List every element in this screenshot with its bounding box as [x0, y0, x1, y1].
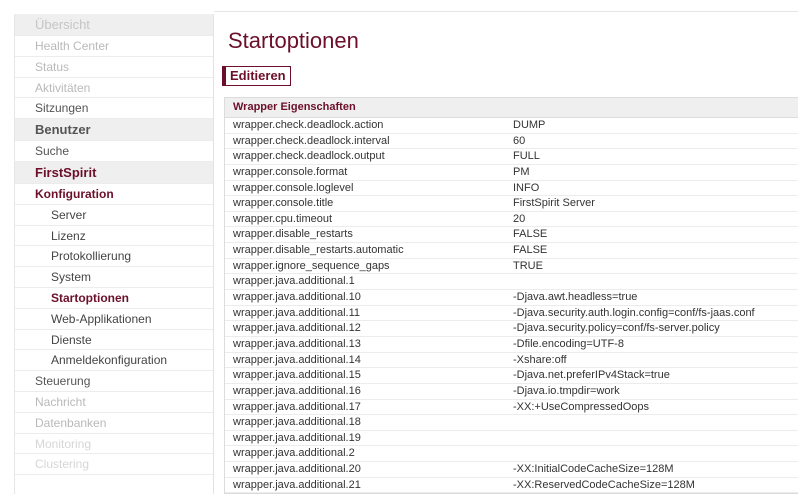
- property-key: wrapper.java.additional.17: [233, 400, 361, 413]
- table-row: wrapper.disable_restarts.automatic FALSE: [225, 243, 798, 259]
- property-key: wrapper.java.additional.11: [233, 306, 360, 319]
- table-row: wrapper.java.additional.18: [225, 415, 798, 431]
- property-value: -XX:+UseCompressedOops: [513, 400, 650, 413]
- property-value: FirstSpirit Server: [513, 197, 595, 210]
- table-row: wrapper.java.additional.17 -XX:+UseCompre…: [225, 400, 798, 416]
- sidebar-item-clustering[interactable]: Clustering: [15, 454, 213, 476]
- table-row: wrapper.java.additional.10 -Djava.awt.hea…: [225, 290, 798, 306]
- property-key: wrapper.java.additional.18: [233, 416, 361, 429]
- property-value: -Djava.security.auth.login.config=conf/f…: [513, 306, 755, 319]
- property-key: wrapper.disable_restarts.automatic: [233, 244, 404, 257]
- property-value: TRUE: [513, 259, 543, 272]
- table-row: wrapper.java.additional.20 -XX:InitialCod…: [225, 462, 798, 478]
- main-content: Startoptionen Editieren Wrapper Eigensch…: [214, 0, 798, 494]
- property-key: wrapper.java.additional.16: [233, 384, 361, 397]
- property-key: wrapper.java.additional.20: [233, 463, 361, 476]
- property-key: wrapper.java.additional.19: [233, 431, 361, 444]
- property-key: wrapper.java.additional.2: [233, 447, 355, 460]
- property-key: wrapper.java.additional.21: [233, 478, 361, 491]
- table-row: wrapper.java.additional.15 -Djava.net.pre…: [225, 368, 798, 384]
- property-key: wrapper.check.deadlock.action: [233, 119, 384, 131]
- sidebar-item-system[interactable]: System: [15, 267, 213, 288]
- table-row: wrapper.ignore_sequence_gaps TRUE: [225, 259, 798, 275]
- sidebar-item-benutzer[interactable]: Benutzer: [15, 119, 213, 142]
- sidebar-item-protokollierung[interactable]: Protokollierung: [15, 246, 213, 268]
- table-row: wrapper.java.additional.1: [225, 274, 798, 291]
- property-value: -Djava.security.policy=conf/fs-server.po…: [513, 322, 720, 335]
- sidebar-item-firstspirit[interactable]: FirstSpirit: [15, 161, 213, 184]
- table-row: wrapper.check.deadlock.action DUMP: [225, 118, 798, 134]
- table-row: wrapper.java.additional.19: [225, 431, 798, 447]
- property-key: wrapper.check.deadlock.output: [233, 150, 385, 163]
- property-key: wrapper.console.format: [233, 165, 348, 178]
- property-key: wrapper.java.additional.14: [233, 353, 361, 366]
- sidebar-item-suche[interactable]: Suche: [15, 141, 213, 162]
- property-value: DUMP: [513, 119, 546, 131]
- sidebar-item-konfiguration[interactable]: Konfiguration: [15, 184, 213, 205]
- sidebar-item-datenbanken[interactable]: Datenbanken: [15, 413, 213, 434]
- table-row: wrapper.cpu.timeout 20: [225, 212, 798, 228]
- property-value: -Xshare:off: [513, 353, 567, 366]
- property-value: -Djava.awt.headless=true: [513, 291, 638, 304]
- sidebar-item-aktivitäten[interactable]: Aktivitäten: [15, 78, 213, 99]
- property-key: wrapper.cpu.timeout: [233, 212, 333, 225]
- property-value: PM: [513, 165, 530, 178]
- sidebar-item-server[interactable]: Server: [15, 205, 213, 226]
- property-key: wrapper.console.loglevel: [233, 181, 354, 194]
- sidebar-item-nachricht[interactable]: Nachricht: [15, 392, 213, 413]
- page-title: Startoptionen: [228, 28, 359, 53]
- sidebar-nav: Übersicht Health Center Status Aktivitäten S…: [14, 14, 214, 494]
- property-key: wrapper.check.deadlock.interval: [233, 134, 390, 147]
- property-value: 60: [513, 134, 526, 147]
- property-value: -XX:ReservedCodeCacheSize=128M: [513, 478, 695, 491]
- sidebar-item-monitoring[interactable]: Monitoring: [15, 434, 213, 455]
- table-body: wrapper.check.deadlock.action DUMP wrapper…: [225, 118, 798, 494]
- sidebar-item-lizenz[interactable]: Lizenz: [15, 226, 213, 247]
- property-value: FALSE: [513, 228, 548, 241]
- sidebar-item-web-applikationen[interactable]: Web-Applikationen: [15, 309, 213, 330]
- property-value: -XX:InitialCodeCacheSize=128M: [513, 463, 674, 476]
- property-key: wrapper.ignore_sequence_gaps: [233, 259, 390, 272]
- wrapper-properties-table: Wrapper Eigenschaften wrapper.check.dead…: [224, 97, 798, 494]
- table-row: wrapper.console.loglevel INFO: [225, 181, 798, 197]
- property-key: wrapper.java.additional.12: [233, 322, 361, 335]
- property-key: wrapper.console.title: [233, 197, 334, 210]
- table-row: wrapper.java.additional.14 -Xshare:off: [225, 353, 798, 369]
- table-row: wrapper.check.deadlock.interval 60: [225, 134, 798, 150]
- property-value: FALSE: [513, 244, 548, 257]
- property-key: wrapper.java.additional.1: [233, 275, 355, 288]
- table-row: wrapper.java.additional.13 -Dfile.encodin…: [225, 337, 798, 353]
- sidebar-item-health-center[interactable]: Health Center: [15, 36, 213, 57]
- property-value: INFO: [513, 181, 540, 194]
- table-title: Wrapper Eigenschaften: [225, 98, 798, 118]
- sidebar-item-steuerung[interactable]: Steuerung: [15, 371, 213, 392]
- table-row: wrapper.console.format PM: [225, 165, 798, 181]
- sidebar-item-startoptionen[interactable]: Startoptionen: [15, 288, 213, 309]
- table-row: wrapper.java.additional.16 -Djava.io.tmpd…: [225, 384, 798, 400]
- sidebar-item-sitzungen[interactable]: Sitzungen: [15, 98, 213, 120]
- table-row: wrapper.java.additional.12 -Djava.securit…: [225, 321, 798, 337]
- property-key: wrapper.disable_restarts: [233, 228, 353, 241]
- table-row: wrapper.java.additional.21 -XX:ReservedCo…: [225, 478, 798, 494]
- sidebar-item-status[interactable]: Status: [15, 57, 213, 78]
- sidebar-item-übersicht[interactable]: Übersicht: [15, 14, 213, 36]
- table-row: wrapper.disable_restarts FALSE: [225, 227, 798, 244]
- property-key: wrapper.java.additional.13: [233, 337, 361, 350]
- table-row: wrapper.check.deadlock.output FULL: [225, 149, 798, 165]
- sidebar-item-dienste[interactable]: Dienste: [15, 330, 213, 351]
- property-value: 20: [513, 212, 526, 225]
- property-value: -Dfile.encoding=UTF-8: [513, 337, 624, 350]
- property-key: wrapper.java.additional.15: [233, 369, 361, 382]
- sidebar-item-anmeldekonfiguration[interactable]: Anmeldekonfiguration: [15, 350, 213, 372]
- property-key: wrapper.java.additional.10: [233, 291, 361, 304]
- table-row: wrapper.console.title FirstSpirit Server: [225, 196, 798, 212]
- property-value: FULL: [513, 150, 540, 163]
- property-value: -Djava.net.preferIPv4Stack=true: [513, 369, 670, 382]
- table-row: wrapper.java.additional.2: [225, 446, 798, 463]
- property-value: -Djava.io.tmpdir=work: [513, 384, 620, 397]
- edit-button[interactable]: Editieren: [222, 66, 291, 86]
- table-row: wrapper.java.additional.11 -Djava.securit…: [225, 306, 798, 322]
